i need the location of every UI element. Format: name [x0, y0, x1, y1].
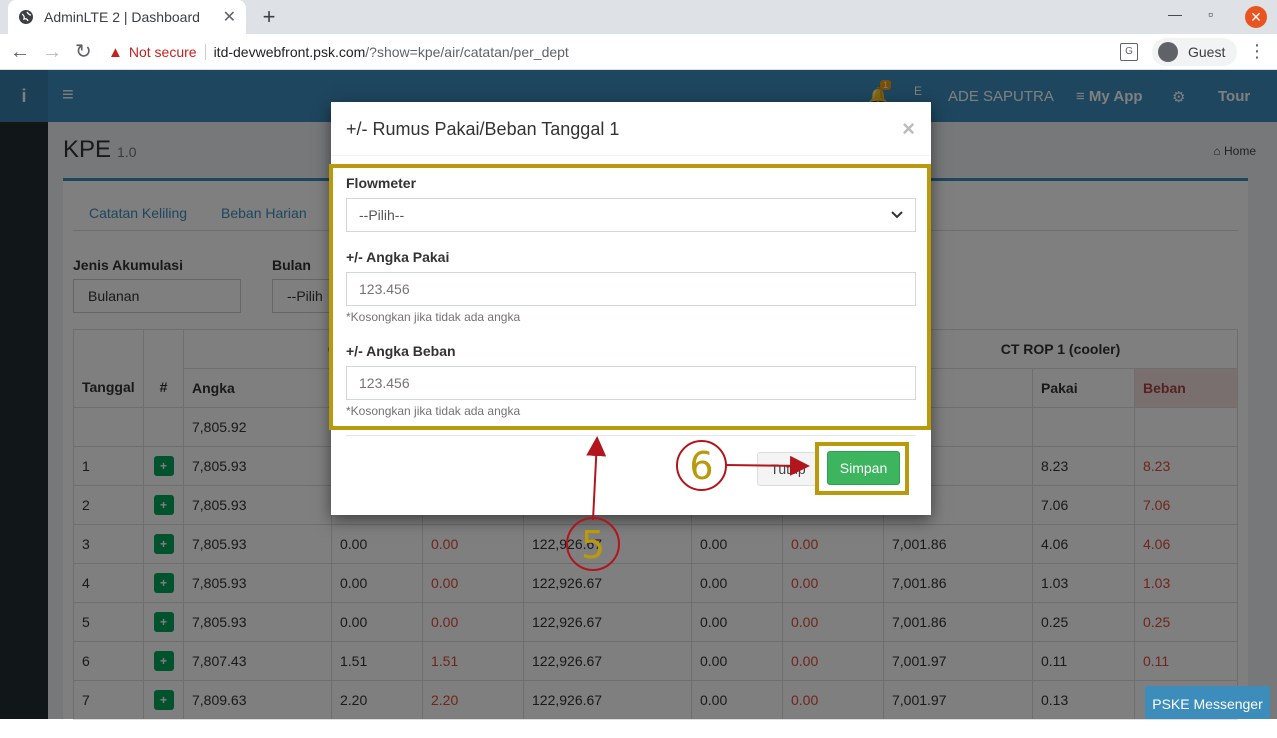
modal-close-icon[interactable]: × [902, 116, 915, 142]
modal-header: +/- Rumus Pakai/Beban Tanggal 1 × [331, 102, 931, 156]
modal-title: +/- Rumus Pakai/Beban Tanggal 1 [346, 119, 620, 139]
warning-icon: ▲ [108, 43, 123, 61]
globe-icon [18, 9, 34, 25]
maximize-icon[interactable]: ▫ [1208, 6, 1213, 22]
highlight-simpan-box [815, 442, 909, 495]
divider [204, 44, 206, 60]
url-host: itd-devwebfront.psk.com [213, 44, 366, 60]
window-close-icon[interactable]: ✕ [1245, 6, 1267, 28]
profile-label: Guest [1188, 44, 1226, 60]
highlight-form-box [329, 164, 931, 430]
messenger-button[interactable]: PSKE Messenger [1145, 686, 1270, 719]
profile-button[interactable]: Guest [1152, 38, 1238, 66]
address-bar[interactable]: ▲ Not secure itd-devwebfront.psk.com/?sh… [108, 38, 1148, 66]
forward-icon[interactable]: → [42, 41, 62, 63]
browser-tabbar: AdminLTE 2 | Dashboard ✕ + — ▫ ✕ [0, 0, 1277, 34]
tutup-button[interactable]: Tutup [757, 452, 819, 486]
step-6-marker: 6 [676, 440, 727, 491]
back-icon[interactable]: ← [10, 41, 30, 63]
kebab-menu-icon[interactable]: ⋮ [1248, 42, 1266, 60]
minimize-icon[interactable]: — [1168, 6, 1182, 22]
tab-title: AdminLTE 2 | Dashboard [44, 9, 200, 25]
reload-icon[interactable]: ↻ [75, 41, 92, 63]
not-secure-label[interactable]: Not secure [129, 44, 197, 60]
tab-close-icon[interactable]: ✕ [223, 7, 236, 27]
url-path: /?show=kpe/air/catatan/per_dept [365, 44, 569, 60]
browser-navbar: ← → ↻ ▲ Not secure itd-devwebfront.psk.c… [0, 34, 1277, 70]
avatar-icon [1158, 42, 1178, 62]
step-5-marker: 5 [566, 517, 620, 571]
modal-footer-divider [346, 435, 916, 436]
translate-icon[interactable]: G [1120, 43, 1138, 61]
browser-tab[interactable]: AdminLTE 2 | Dashboard ✕ [8, 0, 246, 34]
new-tab-button[interactable]: + [258, 4, 280, 30]
